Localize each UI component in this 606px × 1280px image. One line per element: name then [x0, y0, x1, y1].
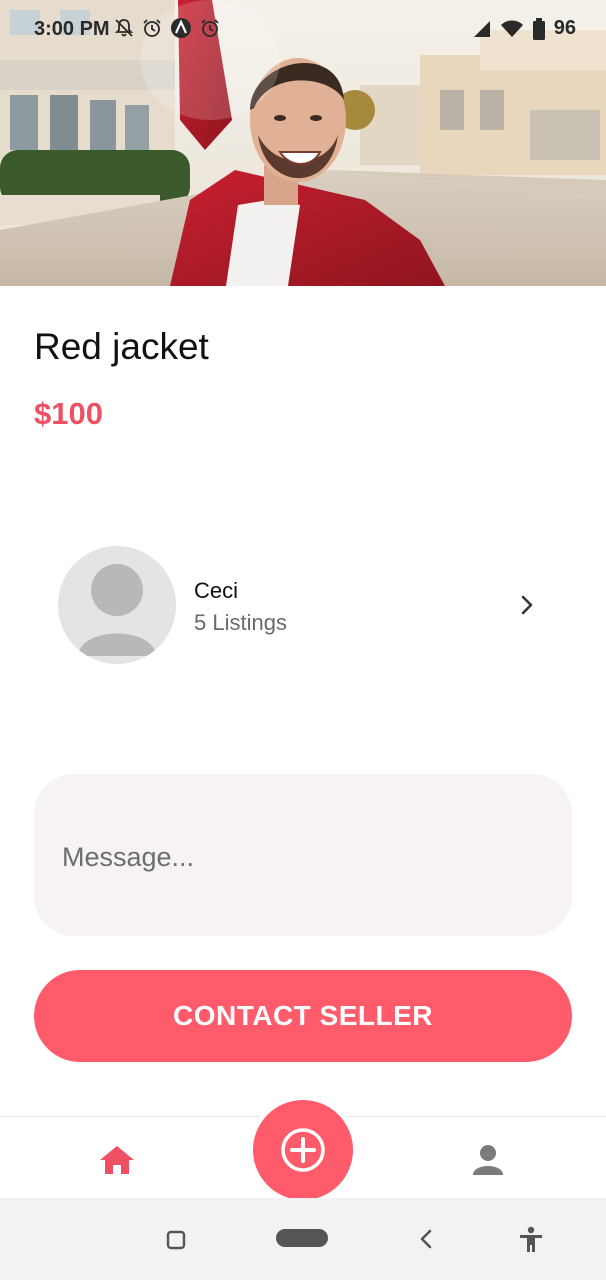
- signal-icon: [473, 20, 490, 37]
- contact-seller-button[interactable]: CONTACT SELLER: [34, 970, 572, 1062]
- alarm-icon: [201, 19, 219, 37]
- message-field-container: [34, 774, 572, 936]
- system-navigation-bar: [0, 1198, 606, 1280]
- recents-icon[interactable]: [166, 1230, 186, 1250]
- seller-listings-count: 5 Listings: [194, 610, 287, 635]
- profile-icon[interactable]: [470, 1143, 506, 1177]
- status-bar: 3:00 PM 96: [0, 0, 606, 58]
- chevron-right-icon: [521, 595, 533, 615]
- battery-icon: [532, 17, 545, 40]
- product-price: $100: [34, 396, 103, 431]
- add-listing-button[interactable]: [253, 1100, 353, 1200]
- accessibility-icon[interactable]: [518, 1226, 544, 1254]
- home-icon[interactable]: [98, 1143, 136, 1177]
- seller-name: Ceci: [194, 578, 239, 603]
- status-time: 3:00 PM: [34, 18, 110, 40]
- status-system-icons: 96: [472, 17, 576, 40]
- status-notification-icons: [114, 17, 220, 39]
- product-title: Red jacket: [34, 326, 209, 367]
- alarm-icon: [143, 19, 161, 37]
- app-a-icon: [171, 18, 191, 38]
- message-input[interactable]: [60, 828, 544, 886]
- back-icon[interactable]: [418, 1228, 434, 1250]
- avatar-placeholder-icon: [58, 546, 176, 664]
- add-icon: [281, 1128, 325, 1172]
- wifi-icon: [500, 20, 523, 37]
- avatar: [58, 546, 176, 664]
- notifications-off-icon: [114, 19, 134, 37]
- system-home-pill[interactable]: [276, 1229, 328, 1247]
- battery-level: 96: [553, 17, 576, 39]
- seller-row[interactable]: Ceci 5 Listings: [58, 546, 548, 664]
